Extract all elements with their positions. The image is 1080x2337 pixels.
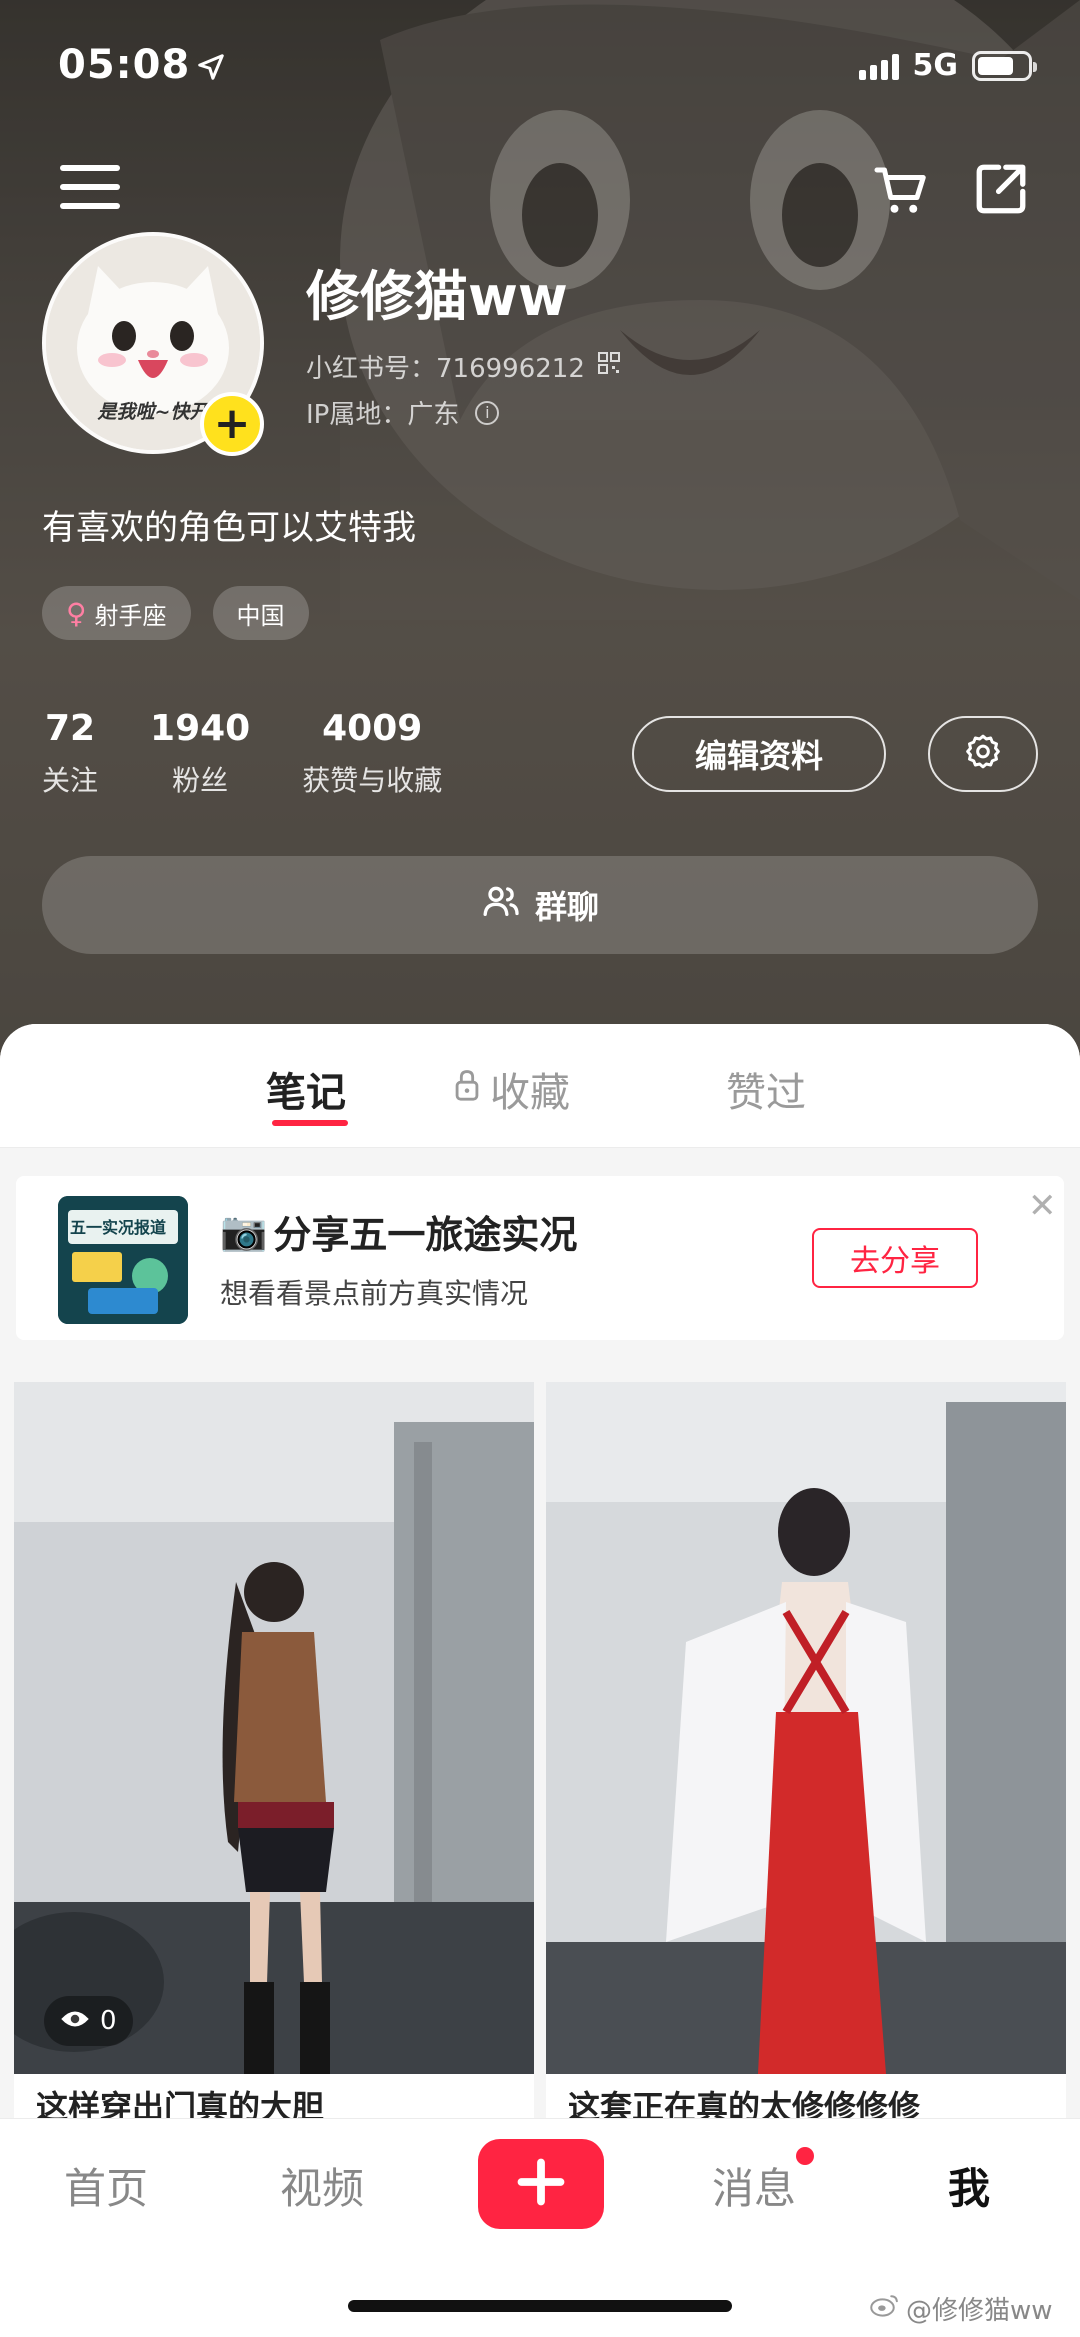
nav-home[interactable]: 首页 <box>64 2155 148 2216</box>
edit-profile-button[interactable]: 编辑资料 <box>632 716 886 792</box>
tag-zodiac: ♀ 射手座 <box>42 586 191 640</box>
banner-thumbnail: 五一实况报道 <box>58 1196 188 1324</box>
view-count: 0 <box>100 2006 117 2036</box>
signal-strength-icon <box>858 52 899 80</box>
red-id-row: 小红书号：716996212 <box>306 348 621 385</box>
note-card[interactable]: 这套正在真的太修修修修 <box>546 1382 1066 2122</box>
note-card[interactable]: 0 这样穿出门真的大胆 <box>14 1382 534 2122</box>
tab-label: 收藏 <box>490 1070 570 1116</box>
tab-liked[interactable]: 赞过 <box>726 1060 806 1118</box>
stat-following[interactable]: 72 关注 <box>42 708 98 799</box>
unread-dot <box>796 2147 814 2165</box>
location-arrow-icon <box>196 52 226 86</box>
share-now-button[interactable]: 去分享 <box>812 1228 978 1288</box>
profile-stats: 72 关注 1940 粉丝 4009 获赞与收藏 <box>42 708 442 799</box>
lock-icon <box>452 1066 482 1112</box>
stat-value: 4009 <box>322 708 423 749</box>
banner-title-row: 📷 分享五一旅途实况 <box>220 1204 577 1259</box>
note-cover-image: 0 <box>14 1382 534 2074</box>
stat-followers[interactable]: 1940 粉丝 <box>150 708 250 799</box>
nav-me[interactable]: 我 <box>948 2155 990 2216</box>
share-activity-banner[interactable]: 五一实况报道 📷 分享五一旅途实况 想看看景点前方真实情况 去分享 ✕ <box>16 1176 1064 1340</box>
status-time: 05:08 <box>58 42 191 88</box>
weibo-icon <box>870 2292 900 2325</box>
add-avatar-button[interactable]: + <box>200 392 264 456</box>
tag-label: 中国 <box>236 601 285 630</box>
camera-icon: 📷 <box>220 1209 268 1253</box>
menu-icon[interactable] <box>60 165 120 215</box>
banner-subtitle: 想看看景点前方真实情况 <box>220 1277 529 1310</box>
tag-label: 射手座 <box>94 601 167 630</box>
active-tab-indicator <box>272 1120 348 1126</box>
note-cover-image <box>546 1382 1066 2074</box>
ip-location-row: IP属地：广东 i <box>306 394 500 431</box>
tab-label: 赞过 <box>726 1070 806 1116</box>
create-post-button[interactable] <box>478 2139 604 2229</box>
settings-button[interactable] <box>928 716 1038 792</box>
nav-messages[interactable]: 消息 <box>712 2155 796 2216</box>
view-count-badge: 0 <box>44 1996 133 2046</box>
banner-thumb-text: 五一实况报道 <box>70 1218 167 1237</box>
profile-tabs: 笔记 收藏 赞过 <box>0 1024 1080 1148</box>
banner-title: 分享五一旅途实况 <box>273 1213 578 1257</box>
stat-label: 粉丝 <box>172 764 229 797</box>
note-title: 这样穿出门真的大胆 <box>36 2088 325 2122</box>
stat-label: 关注 <box>42 764 99 797</box>
tab-notes[interactable]: 笔记 <box>266 1060 346 1118</box>
stat-label: 获赞与收藏 <box>302 764 443 797</box>
group-chat-button[interactable]: 群聊 <box>42 856 1038 954</box>
red-id: 小红书号：716996212 <box>306 354 585 384</box>
tab-collections[interactable]: 收藏 <box>452 1060 570 1118</box>
plus-icon <box>515 2156 567 2212</box>
close-icon[interactable]: ✕ <box>1028 1186 1057 1226</box>
battery-level-fill <box>978 56 1013 75</box>
tab-label: 笔记 <box>266 1070 346 1116</box>
profile-nickname: 修修猫ww <box>306 265 568 328</box>
watermark-text: @修修猫ww <box>906 2296 1053 2326</box>
group-chat-label: 群聊 <box>534 888 599 926</box>
gear-icon <box>963 732 1003 776</box>
group-users-icon <box>481 881 521 929</box>
qr-code-icon[interactable] <box>597 351 621 382</box>
network-type: 5G <box>912 48 959 83</box>
status-bar: 05:08 5G <box>0 0 1080 130</box>
stat-value: 1940 <box>150 708 251 749</box>
female-gender-icon: ♀ <box>66 596 87 630</box>
stat-value: 72 <box>44 708 96 749</box>
share-icon[interactable] <box>972 160 1030 222</box>
nav-video[interactable]: 视频 <box>280 2155 364 2216</box>
home-indicator[interactable] <box>348 2300 732 2312</box>
profile-tags: ♀ 射手座 中国 <box>42 586 309 640</box>
profile-bio: 有喜欢的角色可以艾特我 <box>42 508 416 548</box>
ip-location: IP属地：广东 <box>306 400 460 430</box>
battery-icon <box>972 50 1037 81</box>
eye-icon <box>60 2006 90 2036</box>
watermark: @修修猫ww <box>870 2290 1053 2327</box>
note-title: 这套正在真的太修修修修 <box>568 2088 921 2122</box>
info-icon[interactable]: i <box>475 400 500 425</box>
tag-region: 中国 <box>212 586 309 640</box>
shopping-cart-icon[interactable] <box>872 160 932 224</box>
stat-likes-collects[interactable]: 4009 获赞与收藏 <box>302 708 442 799</box>
